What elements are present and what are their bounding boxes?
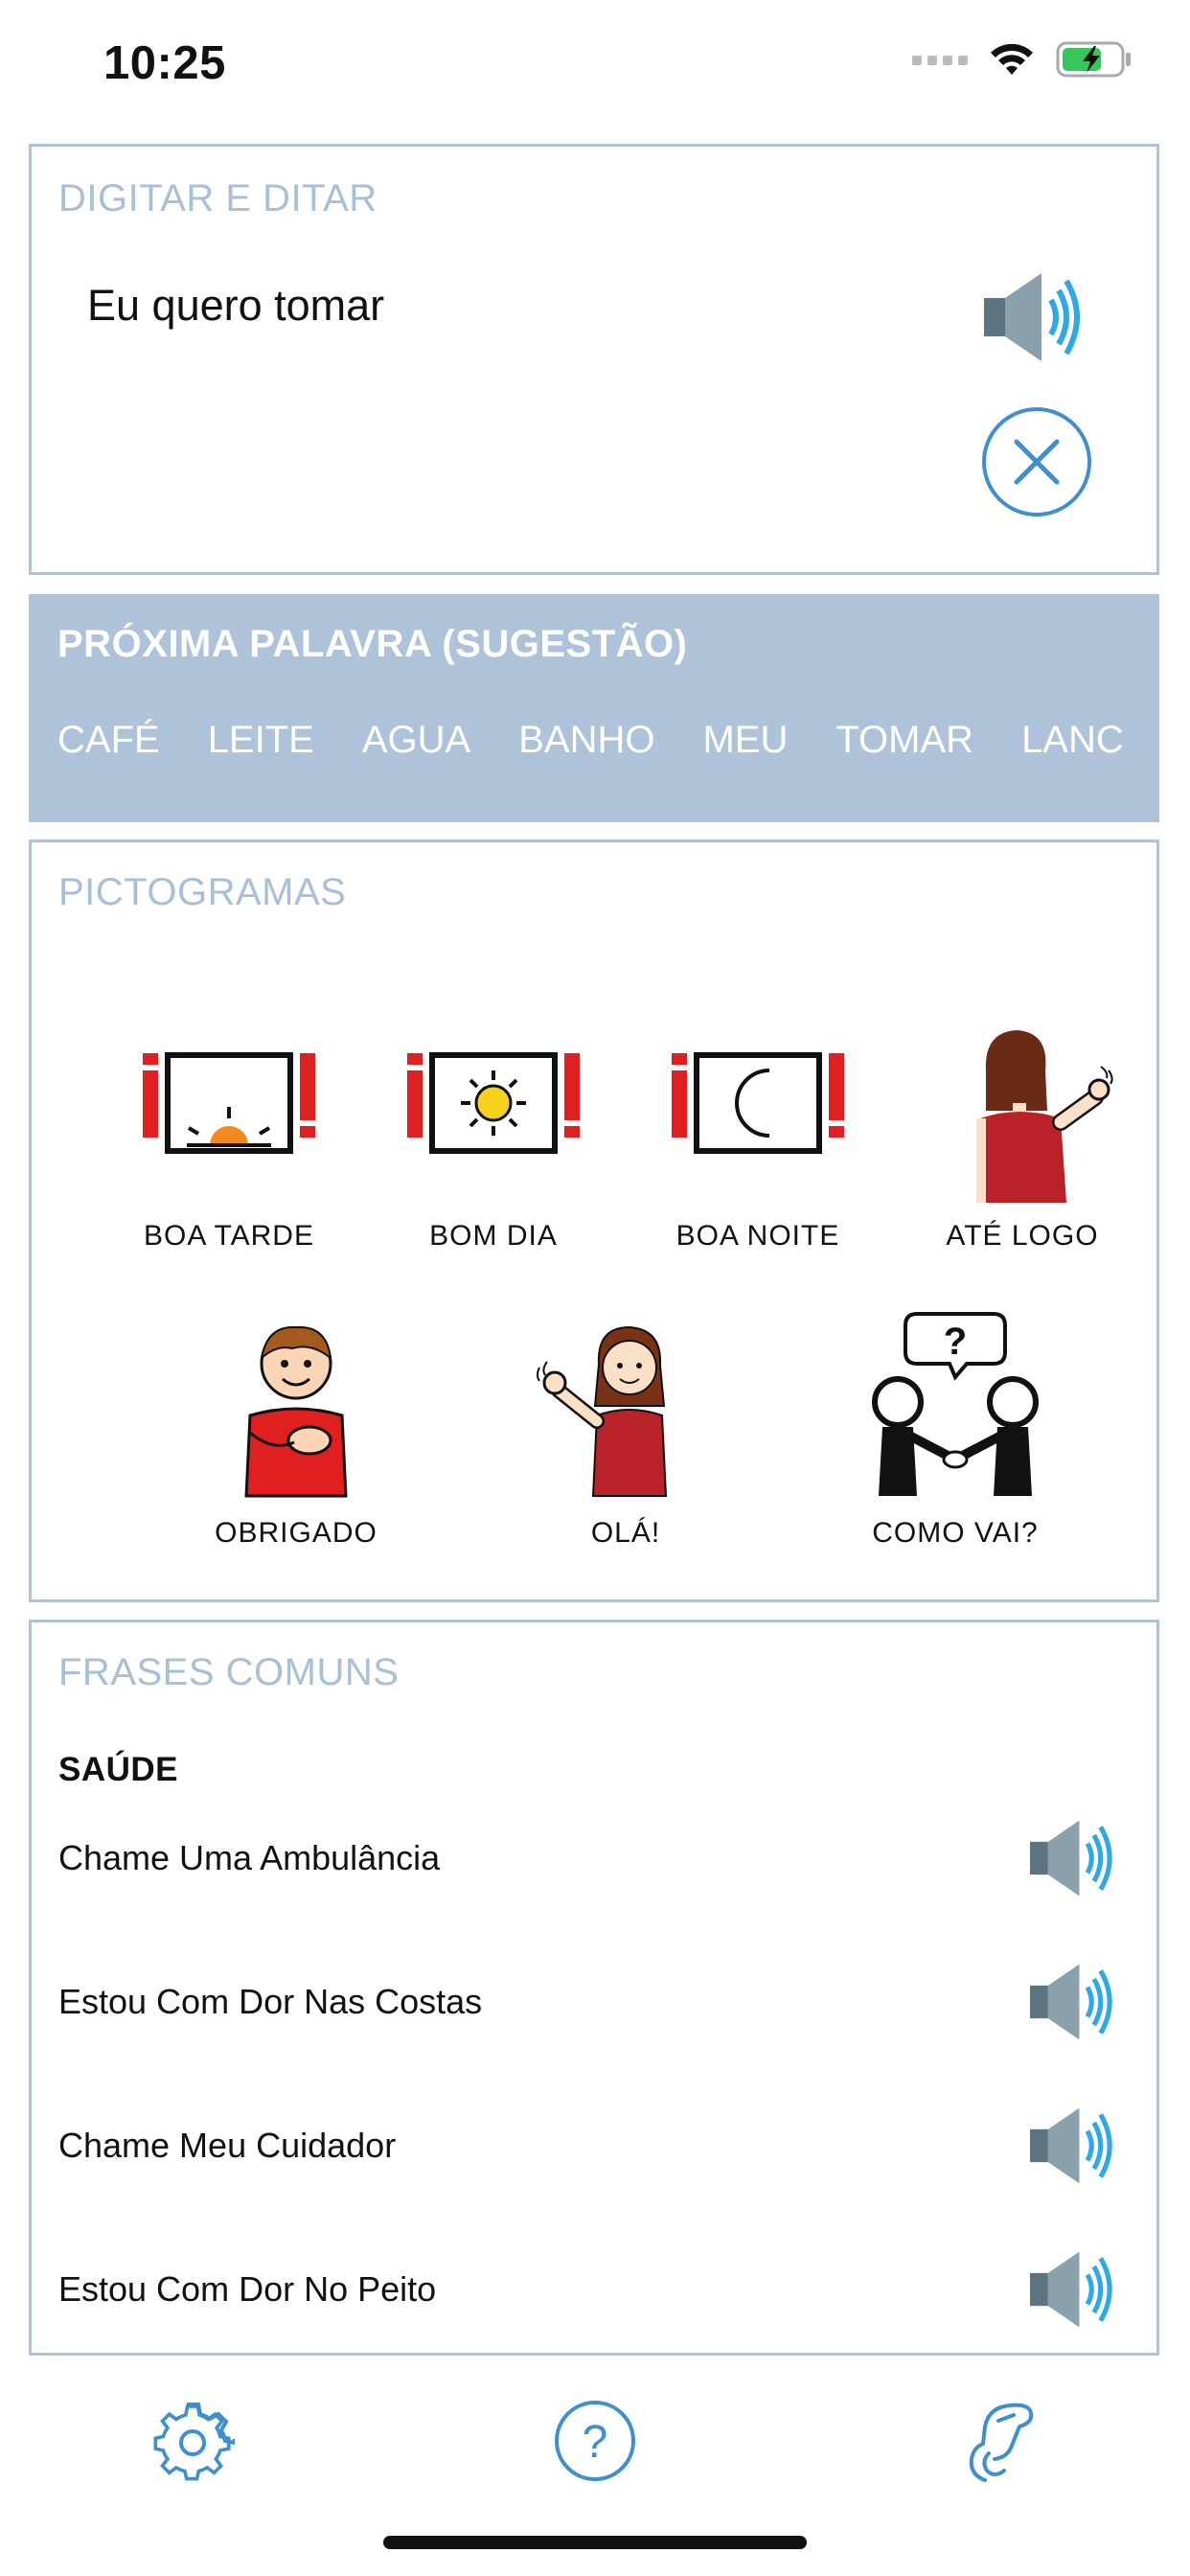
suggestion-word[interactable]: TOMAR — [835, 719, 973, 762]
next-word-panel: PRÓXIMA PALAVRA (SUGESTÃO) CAFÉ LEITE AG… — [29, 594, 1159, 822]
help-icon: ? — [555, 2401, 635, 2481]
hello-pictogram-icon — [537, 1325, 668, 1497]
speaker-icon[interactable] — [1030, 2248, 1122, 2331]
phrase-text: Estou Com Dor Nas Costas — [58, 1982, 483, 2021]
common-phrases-title: FRASES COMUNS — [58, 1651, 400, 1693]
phrase-text: Estou Com Dor No Peito — [58, 2269, 437, 2309]
speaker-icon[interactable] — [1030, 1817, 1122, 1899]
pictogram-obrigado[interactable]: OBRIGADO — [181, 1308, 411, 1550]
suggestion-word[interactable]: LEITE — [208, 719, 314, 762]
phrase-row[interactable]: Estou Com Dor No Peito — [58, 2242, 1122, 2337]
phrase-text: Chame Uma Ambulância — [58, 1838, 441, 1877]
pictograms-title: PICTOGRAMAS — [58, 871, 347, 913]
help-button[interactable]: ? — [552, 2398, 638, 2484]
status-icons — [912, 40, 1133, 83]
phrase-text: Chame Meu Cuidador — [58, 2126, 397, 2165]
thank-you-pictogram-icon — [244, 1325, 348, 1498]
good-afternoon-pictogram-icon — [143, 1052, 315, 1154]
pictogram-ate-logo[interactable]: ATÉ LOGO — [907, 1011, 1137, 1253]
type-dictate-panel: DIGITAR E DITAR Eu quero tomar — [29, 144, 1159, 575]
wifi-icon — [989, 42, 1035, 81]
settings-button[interactable] — [149, 2398, 236, 2484]
goodbye-pictogram-icon — [976, 1030, 1113, 1203]
how-are-you-pictogram-icon: ? — [872, 1312, 1039, 1496]
common-phrases-panel: FRASES COMUNS SAÚDE Chame Uma Ambulância… — [29, 1620, 1159, 2356]
pictogram-bom-dia[interactable]: BOM DIA — [378, 1011, 608, 1253]
speaker-icon[interactable] — [1030, 1961, 1122, 2043]
good-morning-pictogram-icon — [407, 1052, 580, 1154]
suggestion-word[interactable]: MEU — [702, 719, 788, 762]
suggestion-word[interactable]: LANC — [1021, 719, 1124, 762]
settings-icon — [153, 2403, 235, 2481]
pictogram-label: BOA TARDE — [144, 1220, 314, 1252]
pictogram-label: COMO VAI? — [872, 1517, 1039, 1549]
speaker-icon[interactable] — [1030, 2104, 1122, 2187]
speak-typed-text-button[interactable] — [984, 269, 1091, 370]
suggestion-list: CAFÉ LEITE AGUA BANHO MEU TOMAR LANC — [57, 719, 1124, 762]
good-night-pictogram-icon — [672, 1052, 844, 1154]
clear-text-button[interactable] — [982, 407, 1091, 517]
sign-language-icon — [969, 2403, 1034, 2482]
type-dictate-title: DIGITAR E DITAR — [58, 177, 378, 219]
pictograms-panel: PICTOGRAMAS BOA TARDE BOM DIA BOA NOITE … — [29, 840, 1159, 1602]
svg-text:?: ? — [583, 2417, 608, 2468]
home-indicator — [383, 2536, 807, 2549]
next-word-title: PRÓXIMA PALAVRA (SUGESTÃO) — [57, 623, 688, 665]
typed-text-input[interactable]: Eu quero tomar — [87, 281, 384, 331]
speaker-icon — [984, 273, 1080, 361]
pictogram-label: BOM DIA — [429, 1220, 558, 1252]
battery-charging-icon — [1056, 40, 1133, 83]
sign-language-button[interactable] — [954, 2398, 1041, 2484]
pictogram-como-vai[interactable]: ? COMO VAI? — [840, 1308, 1070, 1550]
close-icon — [1014, 439, 1060, 485]
svg-text:?: ? — [944, 1321, 967, 1363]
pictogram-label: ATÉ LOGO — [946, 1220, 1099, 1252]
suggestion-word[interactable]: AGUA — [362, 719, 470, 762]
phrase-row[interactable]: Estou Com Dor Nas Costas — [58, 1954, 1122, 2050]
pictogram-boa-tarde[interactable]: BOA TARDE — [114, 1011, 344, 1253]
cellular-signal-icon — [912, 53, 968, 71]
phrase-category-heading: SAÚDE — [58, 1751, 179, 1788]
pictogram-boa-noite[interactable]: BOA NOITE — [643, 1011, 873, 1253]
status-time: 10:25 — [103, 37, 226, 89]
pictogram-label: OLÁ! — [590, 1517, 661, 1549]
pictogram-label: BOA NOITE — [675, 1220, 840, 1252]
pictogram-label: OBRIGADO — [215, 1517, 378, 1549]
suggestion-word[interactable]: CAFÉ — [57, 719, 160, 762]
pictogram-ola[interactable]: OLÁ! — [511, 1308, 741, 1550]
phrase-row[interactable]: Chame Uma Ambulância — [58, 1810, 1122, 1906]
phrase-row[interactable]: Chame Meu Cuidador — [58, 2098, 1122, 2194]
suggestion-word[interactable]: BANHO — [518, 719, 654, 762]
